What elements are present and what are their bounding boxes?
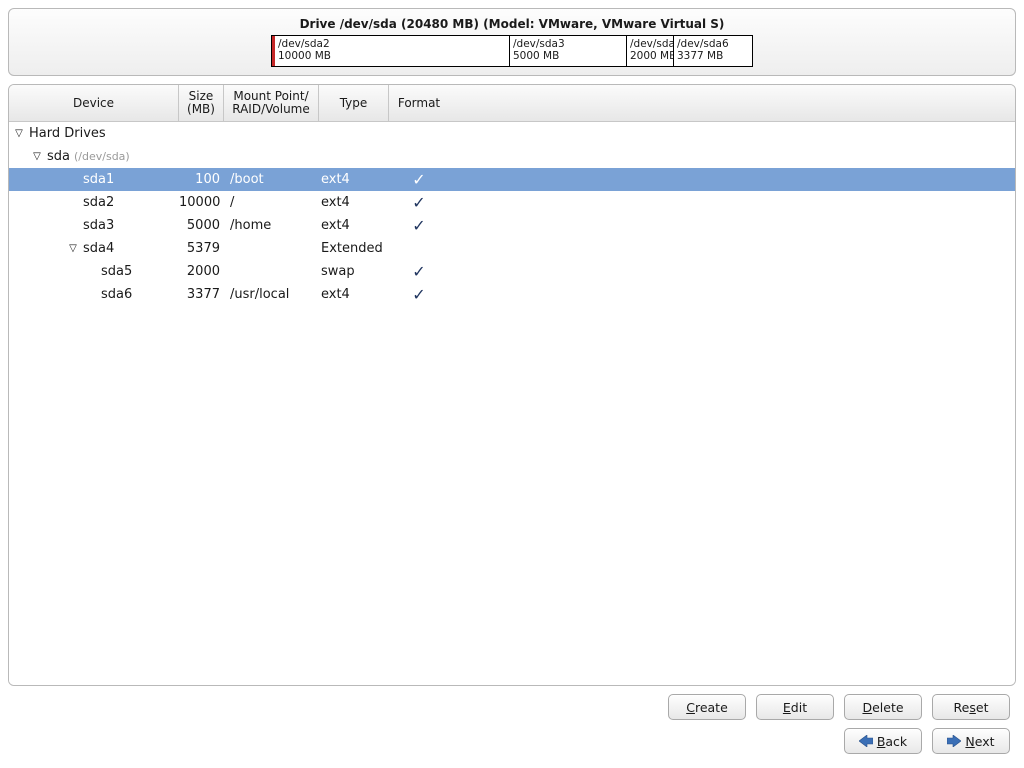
next-button[interactable]: Next bbox=[932, 728, 1010, 754]
col-size[interactable]: Size (MB) bbox=[179, 85, 224, 121]
drive-segment[interactable]: /dev/sda52000 MB bbox=[627, 36, 674, 66]
col-format[interactable]: Format bbox=[389, 85, 449, 121]
partition-table-panel: Device Size (MB) Mount Point/ RAID/Volum… bbox=[8, 84, 1016, 686]
size-value: 3377 bbox=[179, 287, 224, 302]
drive-segment[interactable]: /dev/sda210000 MB bbox=[272, 36, 510, 66]
type-value: ext4 bbox=[319, 195, 389, 210]
mount-value: / bbox=[224, 195, 319, 210]
col-spacer bbox=[449, 85, 1015, 121]
format-check-icon: ✓ bbox=[389, 170, 449, 189]
type-value: ext4 bbox=[319, 287, 389, 302]
back-label: Back bbox=[877, 734, 907, 749]
drive-segment[interactable]: /dev/sda63377 MB bbox=[674, 36, 752, 66]
partition-row[interactable]: sda1 100/bootext4✓ bbox=[9, 168, 1015, 191]
crud-button-row: Create Edit Delete Reset bbox=[0, 692, 1024, 728]
drive-segment[interactable]: /dev/sda35000 MB bbox=[510, 36, 627, 66]
drive-title: Drive /dev/sda (20480 MB) (Model: VMware… bbox=[300, 17, 725, 31]
type-value: Extended bbox=[319, 241, 389, 256]
back-button[interactable]: Back bbox=[844, 728, 922, 754]
expander-icon[interactable]: ▽ bbox=[13, 128, 25, 139]
device-label: sda4 bbox=[79, 241, 114, 256]
tree-disk-label: sda bbox=[43, 149, 70, 164]
format-check-icon: ✓ bbox=[389, 262, 449, 281]
reset-button[interactable]: Reset bbox=[932, 694, 1010, 720]
tree-disk[interactable]: ▽ sda (/dev/sda) bbox=[9, 145, 1015, 168]
delete-button[interactable]: Delete bbox=[844, 694, 922, 720]
mount-value: /home bbox=[224, 218, 319, 233]
edit-label: Edit bbox=[783, 700, 807, 715]
reset-label: Reset bbox=[954, 700, 989, 715]
partition-row[interactable]: sda5 2000 swap✓ bbox=[9, 260, 1015, 283]
mount-value: /boot bbox=[224, 172, 319, 187]
partition-row[interactable]: sda6 3377/usr/localext4✓ bbox=[9, 283, 1015, 306]
size-value: 10000 bbox=[179, 195, 224, 210]
create-button[interactable]: Create bbox=[668, 694, 746, 720]
type-value: ext4 bbox=[319, 172, 389, 187]
format-check-icon: ✓ bbox=[389, 216, 449, 235]
tree-disk-hint: (/dev/sda) bbox=[70, 150, 130, 163]
device-label: sda5 bbox=[97, 264, 132, 279]
mount-value: /usr/local bbox=[224, 287, 319, 302]
create-label: Create bbox=[686, 700, 728, 715]
partition-row[interactable]: ▽sda4 5379 Extended bbox=[9, 237, 1015, 260]
delete-label: Delete bbox=[862, 700, 903, 715]
expander-icon[interactable]: ▽ bbox=[31, 151, 43, 162]
partition-row[interactable]: sda2 10000/ext4✓ bbox=[9, 191, 1015, 214]
col-mount[interactable]: Mount Point/ RAID/Volume bbox=[224, 85, 319, 121]
col-type[interactable]: Type bbox=[319, 85, 389, 121]
size-value: 5000 bbox=[179, 218, 224, 233]
expander-icon[interactable]: ▽ bbox=[67, 243, 79, 254]
device-label: sda2 bbox=[79, 195, 114, 210]
device-label: sda3 bbox=[79, 218, 114, 233]
partition-table-body[interactable]: ▽ Hard Drives ▽ sda (/dev/sda) sda1 100/b… bbox=[9, 122, 1015, 685]
format-check-icon: ✓ bbox=[389, 193, 449, 212]
drive-bar: /dev/sda210000 MB/dev/sda35000 MB/dev/sd… bbox=[271, 35, 753, 67]
type-value: ext4 bbox=[319, 218, 389, 233]
partition-table-header: Device Size (MB) Mount Point/ RAID/Volum… bbox=[9, 85, 1015, 122]
size-value: 5379 bbox=[179, 241, 224, 256]
format-check-icon: ✓ bbox=[389, 285, 449, 304]
size-value: 100 bbox=[179, 172, 224, 187]
type-value: swap bbox=[319, 264, 389, 279]
tree-root[interactable]: ▽ Hard Drives bbox=[9, 122, 1015, 145]
col-device[interactable]: Device bbox=[9, 85, 179, 121]
drive-summary-panel: Drive /dev/sda (20480 MB) (Model: VMware… bbox=[8, 8, 1016, 76]
device-label: sda6 bbox=[97, 287, 132, 302]
partition-row[interactable]: sda3 5000/homeext4✓ bbox=[9, 214, 1015, 237]
tree-root-label: Hard Drives bbox=[25, 126, 106, 141]
size-value: 2000 bbox=[179, 264, 224, 279]
nav-button-row: Back Next bbox=[0, 728, 1024, 768]
edit-button[interactable]: Edit bbox=[756, 694, 834, 720]
device-label: sda1 bbox=[79, 172, 114, 187]
next-label: Next bbox=[965, 734, 994, 749]
arrow-left-icon bbox=[859, 735, 873, 747]
arrow-right-icon bbox=[947, 735, 961, 747]
